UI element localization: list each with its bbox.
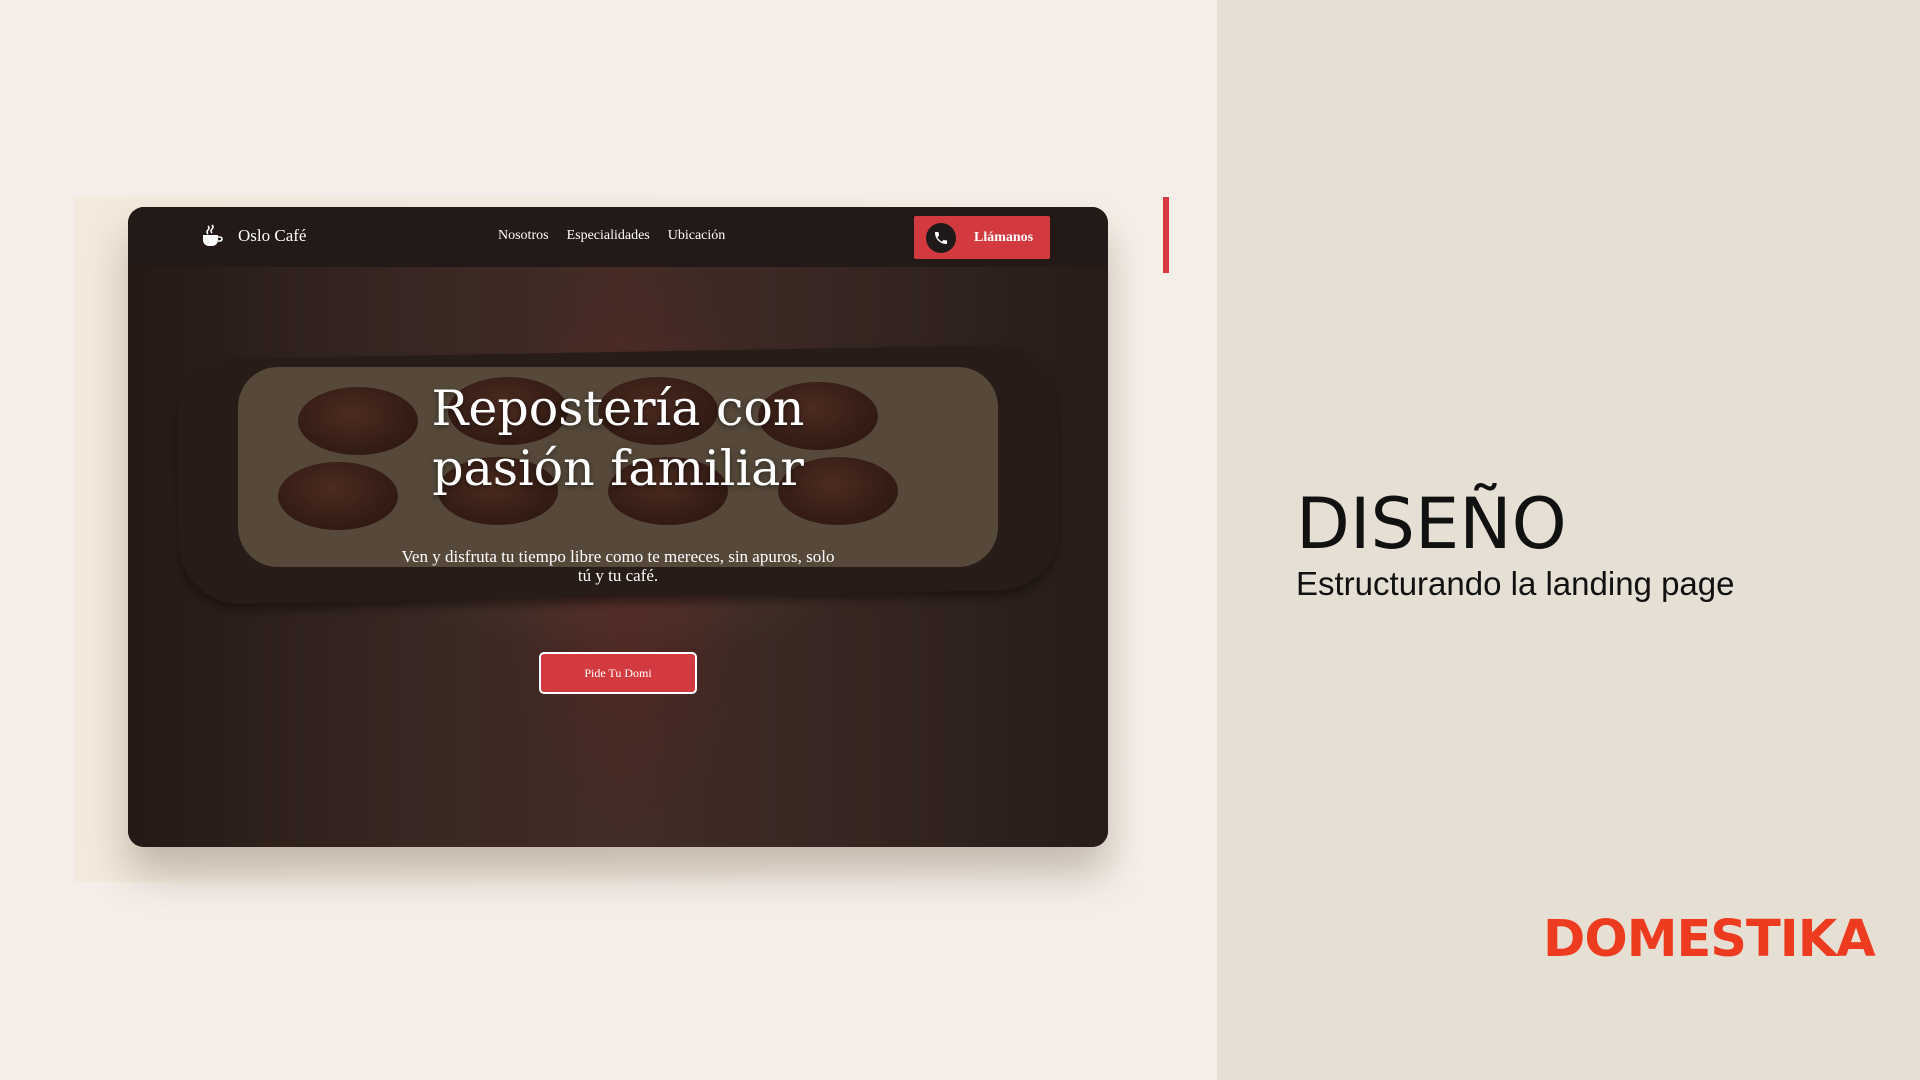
domestika-logo: DOMESTIKA xyxy=(1543,910,1876,969)
call-button[interactable]: Llámanos xyxy=(914,216,1050,259)
landing-page-mockup: Oslo Café Nosotros Especialidades Ubicac… xyxy=(128,207,1108,847)
accent-bar xyxy=(1163,197,1169,273)
call-button-label: Llámanos xyxy=(974,229,1034,245)
slide-subtitle: Estructurando la landing page xyxy=(1296,565,1735,602)
nav-link-especialidades[interactable]: Especialidades xyxy=(567,228,650,244)
order-button[interactable]: Pide Tu Domi xyxy=(539,652,697,694)
phone-icon xyxy=(926,222,956,253)
navbar: Oslo Café Nosotros Especialidades Ubicac… xyxy=(128,207,1108,267)
nav-link-nosotros[interactable]: Nosotros xyxy=(498,228,549,244)
hero-title: Repostería con pasión familiar xyxy=(318,379,918,499)
coffee-cup-icon xyxy=(200,224,224,248)
slide-title: DISEÑO xyxy=(1296,483,1567,565)
nav-links: Nosotros Especialidades Ubicación xyxy=(498,228,725,244)
hero-subtitle: Ven y disfruta tu tiempo libre como te m… xyxy=(401,547,835,585)
nav-link-ubicacion[interactable]: Ubicación xyxy=(668,228,726,244)
brand-name: Oslo Café xyxy=(238,226,307,245)
hero-title-line-1: Repostería con xyxy=(431,380,805,437)
hero-title-line-2: pasión familiar xyxy=(432,440,804,497)
brand[interactable]: Oslo Café xyxy=(200,224,306,248)
